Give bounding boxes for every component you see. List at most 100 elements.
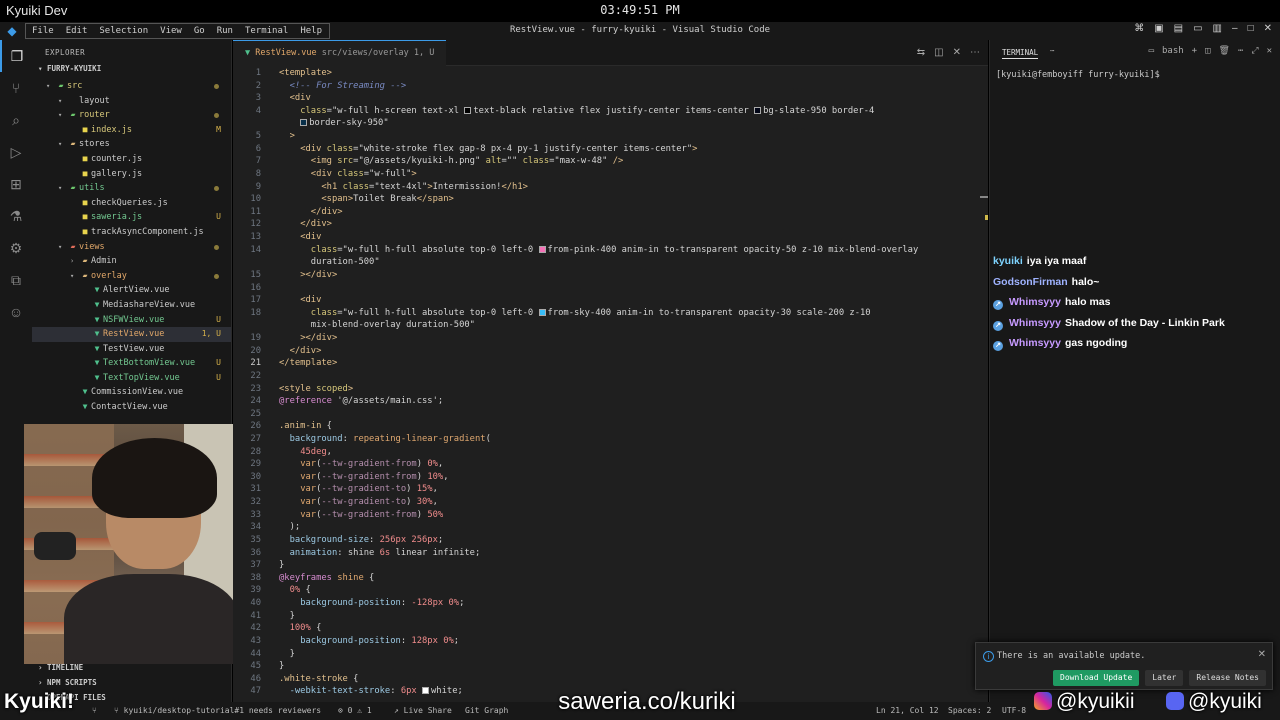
tree-item-mediashareview-vue[interactable]: ▼ MediashareView.vue <box>32 298 231 313</box>
code-token: ; <box>459 598 465 609</box>
terminal-more-icon[interactable]: ⋯ <box>1050 46 1055 55</box>
line-number: 5 <box>255 131 261 142</box>
split-terminal-icon[interactable]: ◫ <box>1205 46 1210 56</box>
terminal-shell-label[interactable]: bash <box>1162 46 1184 56</box>
tree-item-stores[interactable]: ▾ ▰ stores <box>32 137 231 152</box>
maximize-icon[interactable]: □ <box>1248 23 1254 34</box>
tree-item-restview-vue[interactable]: ▼ RestView.vue 1, U <box>32 327 231 342</box>
tree-item-texttopview-vue[interactable]: ▼ TextTopView.vue U <box>32 371 231 386</box>
tab-restview[interactable]: ▼ RestView.vue src/views/overlay 1, U <box>233 40 447 66</box>
tree-item-trackasynccomponent-js[interactable]: ■ trackAsyncComponent.js <box>32 225 231 240</box>
code-line: var(--tw-gradient-to) 30%, <box>279 497 438 507</box>
code-token: var <box>300 484 317 495</box>
toggle-secondary-sidebar-icon[interactable]: ▥ <box>1213 23 1222 34</box>
tree-item-textbottomview-vue[interactable]: ▼ TextBottomView.vue U <box>32 356 231 371</box>
compare-changes-icon[interactable]: ⇆ <box>917 47 925 58</box>
line-number: 28 <box>250 446 261 457</box>
code-token: class <box>522 156 550 167</box>
tree-item-gallery-js[interactable]: ■ gallery.js <box>32 167 231 182</box>
tab-terminal[interactable]: TERMINAL <box>1002 48 1039 59</box>
minimize-icon[interactable]: – <box>1232 23 1238 34</box>
tree-item-testview-vue[interactable]: ▼ TestView.vue <box>32 342 231 357</box>
search-icon[interactable]: ⌕ <box>0 104 32 136</box>
tree-item-label: router <box>79 110 110 121</box>
close-tab-icon[interactable]: ✕ <box>953 47 961 58</box>
tree-item-counter-js[interactable]: ■ counter.js <box>32 152 231 167</box>
more-actions-icon[interactable]: ⋯ <box>970 47 980 58</box>
layout-icon[interactable]: ▣ <box>1154 23 1163 34</box>
code-token: ="white-stroke flex gap-8 px-4 py-1 just… <box>353 143 693 154</box>
vue-file-icon: ▼ <box>82 402 88 412</box>
kill-terminal-icon[interactable]: 🗑 <box>1219 46 1230 56</box>
tree-item-admin[interactable]: › ▰ Admin <box>32 254 231 269</box>
tree-item-contactview-vue[interactable]: ▼ ContactView.vue <box>32 400 231 415</box>
code-token: <div <box>300 143 327 154</box>
git-status-badge: U <box>216 372 221 382</box>
code-token: : <box>400 598 412 609</box>
new-terminal-icon[interactable]: + <box>1192 46 1197 56</box>
code-line: var(--tw-gradient-from) 0%, <box>279 459 443 469</box>
more-actions-icon[interactable]: ⋯ <box>1238 46 1243 56</box>
tree-item-label: MediashareView.vue <box>103 299 196 310</box>
settings-sync-icon[interactable]: ⚙ <box>0 232 32 264</box>
tree-item-label: Admin <box>91 256 117 267</box>
tree-item-nsfwview-vue[interactable]: ▼ NSFWView.vue U <box>32 313 231 328</box>
run-debug-icon[interactable]: ▷ <box>0 136 32 168</box>
download-update-button[interactable]: Download Update <box>1053 670 1140 686</box>
extensions-icon[interactable]: ⊞ <box>0 168 32 200</box>
workspace-root[interactable]: ▾ FURRY-KYUIKI <box>32 64 231 79</box>
vue-file-icon: ▼ <box>94 299 100 309</box>
explorer-icon[interactable]: ❐ <box>0 40 32 72</box>
maximize-panel-icon[interactable]: ⤢ <box>1251 46 1258 56</box>
code-token: var <box>300 509 317 520</box>
code-token: </div> <box>310 206 343 217</box>
toggle-panel-icon[interactable]: ▭ <box>1193 23 1202 34</box>
split-editor-icon[interactable]: ◫ <box>934 47 943 58</box>
code-token: <!-- For Streaming --> <box>289 80 407 91</box>
code-token: ) <box>406 484 417 495</box>
streamer-hair <box>92 438 217 518</box>
folder-icon: ▰ <box>70 183 76 193</box>
close-panel-icon[interactable]: ✕ <box>1267 46 1272 56</box>
tree-item-views[interactable]: ▾ ▰ views <box>32 240 231 255</box>
code-line: <h1 class="text-4xl">Intermission!</h1> <box>279 182 528 192</box>
tree-item-commissionview-vue[interactable]: ▼ CommissionView.vue <box>32 385 231 400</box>
copilot-icon[interactable]: ⌘ <box>1134 23 1144 34</box>
terminal-prompt[interactable]: [kyuiki@femboyiff furry-kyuiki]$ <box>996 70 1160 80</box>
toggle-sidebar-icon[interactable]: ▤ <box>1174 23 1183 34</box>
code-token: shine <box>337 572 364 583</box>
tree-item-saweria-js[interactable]: ■ saweria.js U <box>32 210 231 225</box>
close-notification-icon[interactable]: ✕ <box>1258 649 1266 660</box>
release-notes-button[interactable]: Release Notes <box>1189 670 1266 686</box>
tree-item-src[interactable]: ▾ ▰ src <box>32 79 231 94</box>
code-token: var <box>300 471 317 482</box>
tree-item-index-js[interactable]: ■ index.js M <box>32 123 231 138</box>
later-button[interactable]: Later <box>1145 670 1184 686</box>
tree-item-utils[interactable]: ▾ ▰ utils <box>32 181 231 196</box>
modified-dot <box>214 84 219 89</box>
accounts-icon[interactable]: ☺ <box>0 296 32 328</box>
discord-icon <box>1166 692 1184 710</box>
line-number: 40 <box>250 598 261 609</box>
tree-item-router[interactable]: ▾ ▰ router <box>32 108 231 123</box>
code-token: class <box>310 307 338 318</box>
tree-item-alertview-vue[interactable]: ▼ AlertView.vue <box>32 283 231 298</box>
line-number: 30 <box>250 471 261 482</box>
code-line: </template> <box>279 358 337 368</box>
tree-item-layout[interactable]: ▾ layout <box>32 94 231 109</box>
code-line: <img src="@/assets/kyuiki-h.png" alt="" … <box>279 156 624 167</box>
source-control-icon[interactable]: ⑂ <box>0 72 32 104</box>
remote-icon[interactable]: ⧉ <box>0 264 32 296</box>
close-icon[interactable]: ✕ <box>1264 23 1272 34</box>
line-number: 21 <box>250 358 261 369</box>
code-view[interactable]: 1 <template> 2 <!-- For Streaming --> 3 <di… <box>233 66 988 702</box>
testing-icon[interactable]: ⚗ <box>0 200 32 232</box>
tree-item-checkqueries-js[interactable]: ■ checkQueries.js <box>32 196 231 211</box>
code-line: var(--tw-gradient-from) 10%, <box>279 471 448 482</box>
tree-item-overlay[interactable]: ▾ ▰ overlay <box>32 269 231 284</box>
